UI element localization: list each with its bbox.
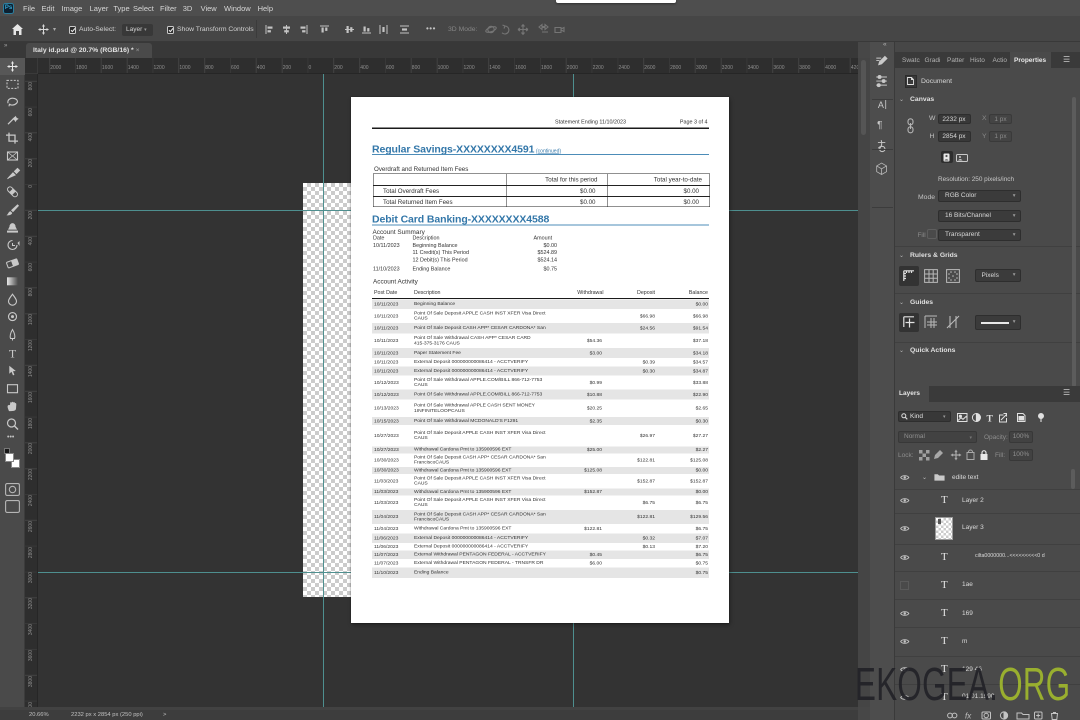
svg-text:A: A (878, 100, 884, 110)
svg-text:¶: ¶ (877, 120, 882, 131)
svg-text:T: T (9, 346, 17, 360)
svg-text:fx: fx (965, 711, 972, 720)
svg-text:T: T (987, 414, 994, 423)
